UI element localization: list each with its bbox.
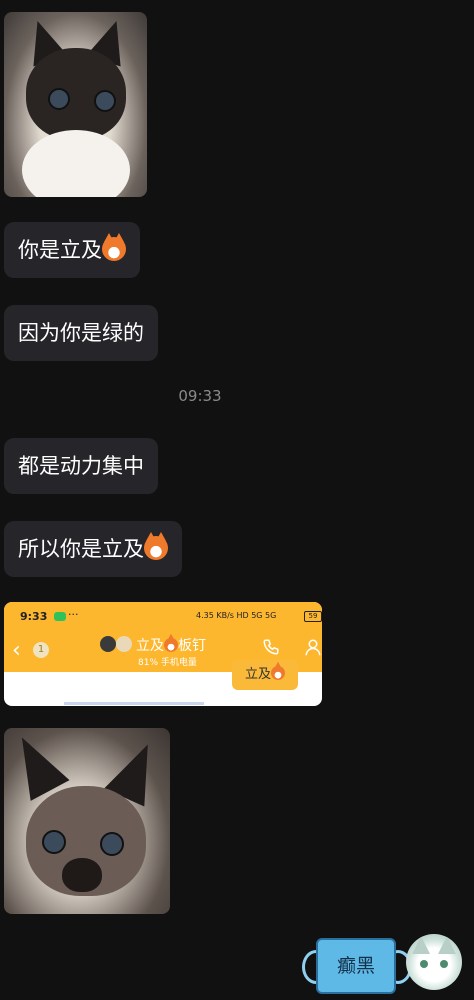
message-bubble[interactable]: 所以你是立及 (4, 521, 182, 577)
message-bubble[interactable]: 你是立及 (4, 222, 140, 278)
fox-emoji-icon (271, 662, 285, 680)
screenshot-status-icons: 4.35 KB/s HD 5G 5G (196, 611, 276, 620)
back-arrow-icon: ‹ (12, 638, 21, 663)
group-title: 立及 板钉 (136, 634, 206, 655)
avatar-eye (420, 960, 428, 968)
screenshot-bubble-text: 立及 (244, 667, 271, 682)
message-text: 所以你是立及 (18, 537, 144, 561)
cat-eye (94, 90, 116, 112)
avatar (100, 636, 116, 652)
battery-icon: 59 (304, 611, 322, 622)
network-speed: 4.35 KB/s (196, 611, 234, 620)
cat-muzzle (62, 858, 102, 892)
message-bubble[interactable]: 都是动力集中 (4, 438, 158, 494)
unread-badge: 1 (33, 642, 49, 658)
avatar-ear (412, 936, 430, 954)
message-text: 你是立及 (18, 238, 102, 262)
user-avatar[interactable] (406, 934, 462, 990)
group-title-suffix: 板钉 (178, 638, 206, 654)
message-timestamp: 09:33 (178, 387, 222, 405)
avatar-ear (438, 936, 456, 954)
screenshot-time: 9:33 (20, 610, 48, 623)
cat-chest (22, 130, 130, 197)
mask-sticker-message[interactable]: 癫黑 (302, 938, 412, 994)
avatar-eye (440, 960, 448, 968)
cat-eye (48, 88, 70, 110)
battery-status: 81% 手机电量 (138, 658, 197, 668)
cat-photo-message[interactable] (4, 12, 147, 197)
fox-emoji-icon (164, 634, 178, 652)
message-bubble[interactable]: 因为你是绿的 (4, 305, 158, 361)
wechat-icon (54, 612, 66, 621)
group-title-text: 立及 (136, 638, 164, 654)
phone-icon (263, 639, 279, 655)
message-text: 因为你是绿的 (18, 321, 144, 345)
avatar (116, 636, 132, 652)
cat-eye (100, 832, 124, 856)
chat-screenshot-message[interactable]: 9:33 ··· 4.35 KB/s HD 5G 5G 59 ‹ 1 立及 板钉 … (4, 602, 322, 706)
signal-text: HD 5G 5G (236, 611, 277, 620)
person-icon (305, 639, 321, 656)
cat-photo-message[interactable] (4, 728, 170, 914)
screenshot-divider (64, 702, 204, 705)
fox-emoji-icon (144, 532, 168, 560)
fox-emoji-icon (102, 233, 126, 261)
message-text: 都是动力集中 (18, 454, 144, 478)
sticker-text: 癫黑 (316, 938, 396, 994)
group-avatars (96, 636, 136, 652)
screenshot-dots: ··· (68, 608, 79, 621)
screenshot-chat-bubble: 立及 (232, 660, 298, 690)
cat-eye (42, 830, 66, 854)
